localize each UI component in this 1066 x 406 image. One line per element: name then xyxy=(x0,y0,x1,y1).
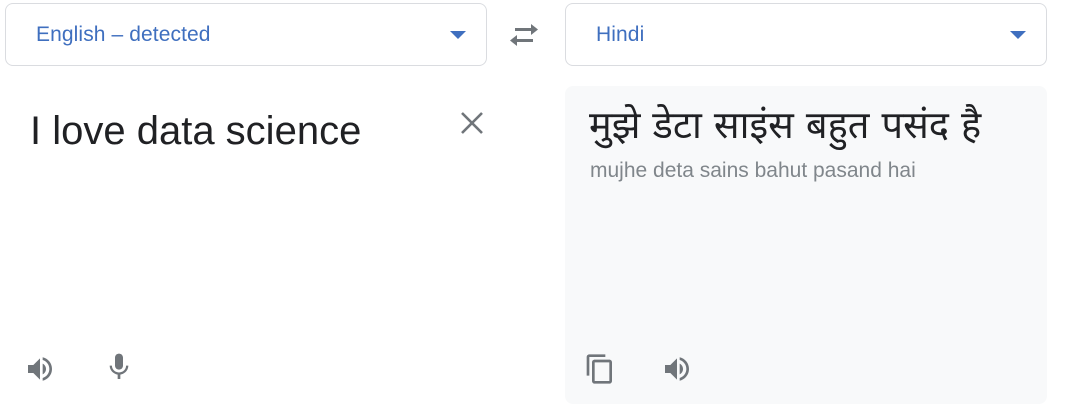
volume-icon xyxy=(665,357,689,381)
listen-source-button[interactable] xyxy=(23,352,57,386)
swap-languages-button[interactable] xyxy=(505,18,543,52)
transliteration-text: mujhe deta sains bahut pasand hai xyxy=(590,159,916,182)
copy-translation-button[interactable] xyxy=(583,352,617,386)
voice-input-button[interactable] xyxy=(102,350,136,384)
chevron-down-icon xyxy=(450,30,466,39)
translation-panel: मुझे डेटा साइंस बहुत पसंद है mujhe deta … xyxy=(565,86,1047,404)
close-icon xyxy=(461,112,483,134)
translation-text: मुझे डेटा साइंस बहुत पसंद है xyxy=(589,103,982,147)
microphone-icon xyxy=(109,353,129,379)
source-language-select[interactable]: English – detected xyxy=(5,3,487,66)
chevron-down-icon xyxy=(1010,30,1026,39)
volume-icon xyxy=(28,357,52,381)
swap-horiz-icon xyxy=(510,24,538,46)
translate-widget: English – detected Hindi I love data sci… xyxy=(0,0,1066,406)
listen-translation-button[interactable] xyxy=(660,352,694,386)
target-language-label: Hindi xyxy=(596,22,645,46)
source-language-label: English – detected xyxy=(36,22,211,46)
source-text-input[interactable]: I love data science xyxy=(30,102,430,160)
copy-icon xyxy=(586,354,612,384)
target-language-select[interactable]: Hindi xyxy=(565,3,1047,66)
source-text-panel[interactable]: I love data science xyxy=(5,86,515,406)
clear-source-button[interactable] xyxy=(457,108,487,138)
